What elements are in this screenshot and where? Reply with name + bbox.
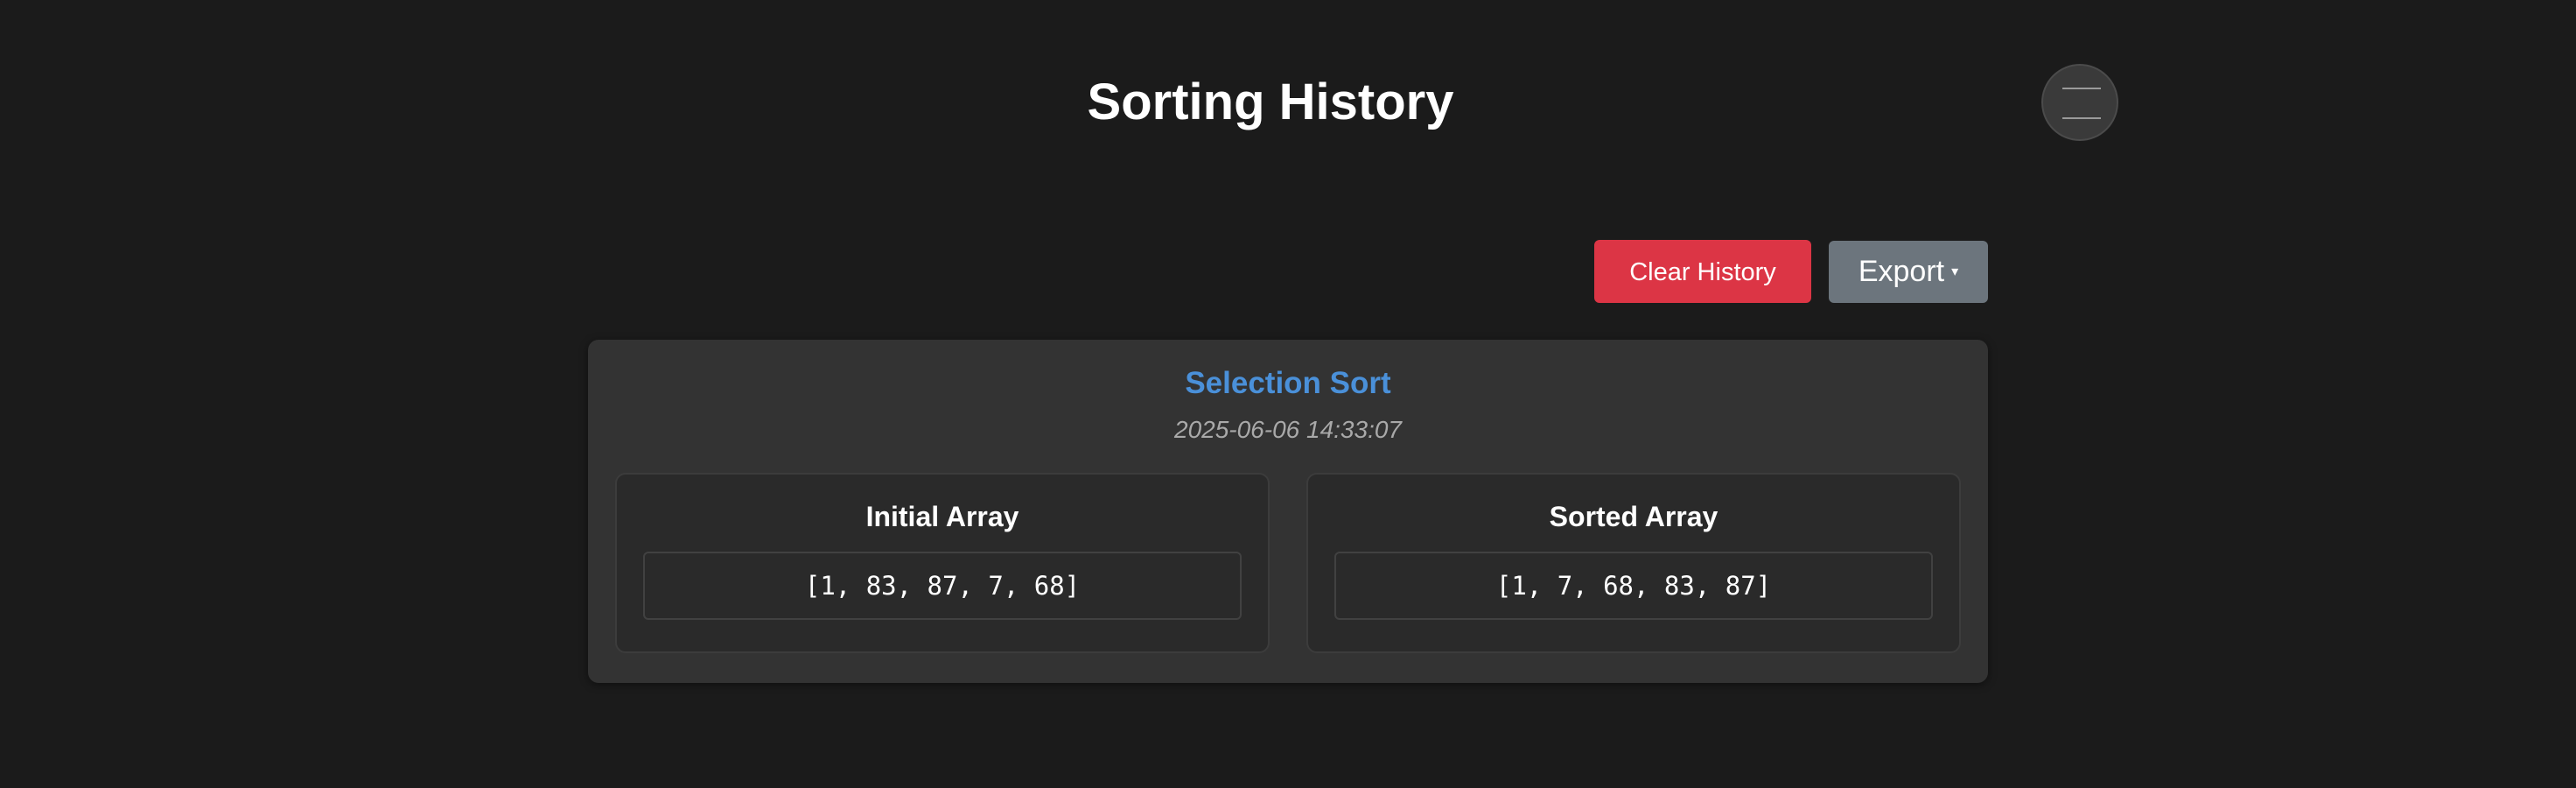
history-entry-card: Selection Sort 2025-06-06 14:33:07 Initi… — [588, 340, 1988, 683]
algorithm-name: Selection Sort — [1185, 366, 1391, 400]
page-title: Sorting History — [1087, 74, 1454, 130]
clear-history-button[interactable]: Clear History — [1594, 240, 1811, 303]
initial-array-panel: Initial Array [1, 83, 87, 7, 68] — [615, 473, 1270, 653]
hamburger-icon — [2062, 88, 2101, 89]
sorted-array-panel: Sorted Array [1, 7, 68, 83, 87] — [1306, 473, 1961, 653]
initial-array-value: [1, 83, 87, 7, 68] — [643, 552, 1242, 620]
export-label: Export — [1858, 255, 1945, 288]
export-dropdown-button[interactable]: Export ▾ — [1829, 241, 1988, 303]
sorted-array-value: [1, 7, 68, 83, 87] — [1334, 552, 1933, 620]
sorted-array-title: Sorted Array — [1549, 501, 1718, 532]
initial-array-title: Initial Array — [865, 501, 1019, 532]
entry-timestamp: 2025-06-06 14:33:07 — [1174, 416, 1402, 443]
caret-down-icon: ▾ — [1951, 264, 1959, 279]
hamburger-icon-line — [2062, 117, 2101, 119]
menu-button[interactable] — [2041, 64, 2118, 141]
